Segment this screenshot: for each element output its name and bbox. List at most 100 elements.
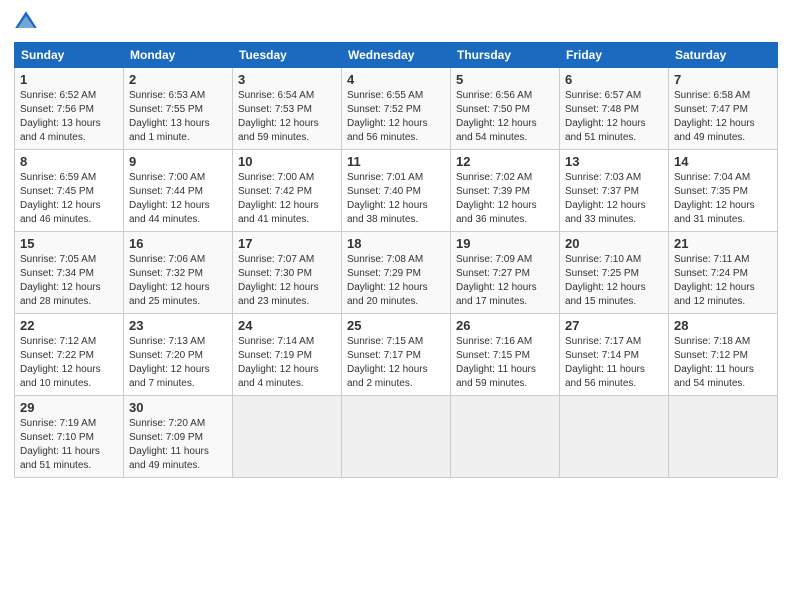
day-number: 22: [20, 318, 118, 333]
day-info-line: Daylight: 11 hours: [565, 363, 663, 377]
header-day-thursday: Thursday: [451, 43, 560, 68]
day-cell: 6Sunrise: 6:57 AMSunset: 7:48 PMDaylight…: [560, 68, 669, 150]
day-info-line: Daylight: 12 hours: [129, 363, 227, 377]
day-number: 30: [129, 400, 227, 415]
day-info: Sunrise: 7:18 AMSunset: 7:12 PMDaylight:…: [674, 335, 772, 391]
day-info-line: and 33 minutes.: [565, 213, 663, 227]
day-cell: 27Sunrise: 7:17 AMSunset: 7:14 PMDayligh…: [560, 314, 669, 396]
day-info-line: Sunset: 7:20 PM: [129, 349, 227, 363]
day-info-line: Sunset: 7:12 PM: [674, 349, 772, 363]
day-info: Sunrise: 7:15 AMSunset: 7:17 PMDaylight:…: [347, 335, 445, 391]
day-info: Sunrise: 7:02 AMSunset: 7:39 PMDaylight:…: [456, 171, 554, 227]
day-info-line: and 15 minutes.: [565, 295, 663, 309]
day-info: Sunrise: 7:04 AMSunset: 7:35 PMDaylight:…: [674, 171, 772, 227]
day-info: Sunrise: 7:09 AMSunset: 7:27 PMDaylight:…: [456, 253, 554, 309]
day-info: Sunrise: 7:06 AMSunset: 7:32 PMDaylight:…: [129, 253, 227, 309]
day-info: Sunrise: 7:19 AMSunset: 7:10 PMDaylight:…: [20, 417, 118, 473]
day-info-line: Daylight: 12 hours: [238, 363, 336, 377]
day-info-line: and 4 minutes.: [238, 377, 336, 391]
day-info-line: Sunrise: 7:14 AM: [238, 335, 336, 349]
day-info: Sunrise: 7:10 AMSunset: 7:25 PMDaylight:…: [565, 253, 663, 309]
day-info: Sunrise: 7:03 AMSunset: 7:37 PMDaylight:…: [565, 171, 663, 227]
day-info-line: Daylight: 13 hours: [20, 117, 118, 131]
header-day-tuesday: Tuesday: [233, 43, 342, 68]
day-cell: 23Sunrise: 7:13 AMSunset: 7:20 PMDayligh…: [124, 314, 233, 396]
day-number: 27: [565, 318, 663, 333]
day-cell: 16Sunrise: 7:06 AMSunset: 7:32 PMDayligh…: [124, 232, 233, 314]
day-info-line: Daylight: 12 hours: [565, 199, 663, 213]
day-info-line: Sunset: 7:19 PM: [238, 349, 336, 363]
day-info-line: and 10 minutes.: [20, 377, 118, 391]
day-info-line: Sunrise: 6:56 AM: [456, 89, 554, 103]
day-info-line: Daylight: 12 hours: [347, 199, 445, 213]
calendar-page: SundayMondayTuesdayWednesdayThursdayFrid…: [0, 0, 792, 612]
day-info: Sunrise: 6:58 AMSunset: 7:47 PMDaylight:…: [674, 89, 772, 145]
day-info-line: Sunrise: 7:06 AM: [129, 253, 227, 267]
week-row-5: 29 Sunrise: 7:19 AMSunset: 7:10 PMDayligh…: [15, 396, 778, 478]
day-info-line: Daylight: 13 hours: [129, 117, 227, 131]
day-info-line: and 38 minutes.: [347, 213, 445, 227]
day-info-line: Sunrise: 7:11 AM: [674, 253, 772, 267]
day-info: Sunrise: 7:05 AMSunset: 7:34 PMDaylight:…: [20, 253, 118, 309]
day-number: 17: [238, 236, 336, 251]
day-info-line: Sunrise: 7:00 AM: [238, 171, 336, 185]
day-info-line: Sunset: 7:25 PM: [565, 267, 663, 281]
day-cell: 15 Sunrise: 7:05 AMSunset: 7:34 PMDayligh…: [15, 232, 124, 314]
week-row-3: 15 Sunrise: 7:05 AMSunset: 7:34 PMDayligh…: [15, 232, 778, 314]
day-info-line: Sunset: 7:55 PM: [129, 103, 227, 117]
day-number: 29: [20, 400, 118, 415]
day-info-line: and 17 minutes.: [456, 295, 554, 309]
day-cell: 20Sunrise: 7:10 AMSunset: 7:25 PMDayligh…: [560, 232, 669, 314]
header-day-monday: Monday: [124, 43, 233, 68]
day-cell: 8Sunrise: 6:59 AMSunset: 7:45 PMDaylight…: [15, 150, 124, 232]
day-info-line: Sunrise: 6:53 AM: [129, 89, 227, 103]
week-row-2: 8Sunrise: 6:59 AMSunset: 7:45 PMDaylight…: [15, 150, 778, 232]
day-info: Sunrise: 6:54 AMSunset: 7:53 PMDaylight:…: [238, 89, 336, 145]
day-info-line: Daylight: 12 hours: [20, 199, 118, 213]
day-info-line: and 51 minutes.: [20, 459, 118, 473]
day-cell: 26Sunrise: 7:16 AMSunset: 7:15 PMDayligh…: [451, 314, 560, 396]
day-cell: 4Sunrise: 6:55 AMSunset: 7:52 PMDaylight…: [342, 68, 451, 150]
day-info-line: Daylight: 12 hours: [347, 117, 445, 131]
day-info: Sunrise: 7:11 AMSunset: 7:24 PMDaylight:…: [674, 253, 772, 309]
day-number: 21: [674, 236, 772, 251]
day-number: 7: [674, 72, 772, 87]
day-info-line: Sunset: 7:22 PM: [20, 349, 118, 363]
day-info-line: Sunrise: 7:07 AM: [238, 253, 336, 267]
calendar-table: SundayMondayTuesdayWednesdayThursdayFrid…: [14, 42, 778, 478]
day-info: Sunrise: 7:08 AMSunset: 7:29 PMDaylight:…: [347, 253, 445, 309]
day-cell: [560, 396, 669, 478]
day-number: 25: [347, 318, 445, 333]
day-info-line: Sunset: 7:40 PM: [347, 185, 445, 199]
day-number: 24: [238, 318, 336, 333]
day-number: 15: [20, 236, 118, 251]
day-number: 6: [565, 72, 663, 87]
day-info-line: Sunset: 7:29 PM: [347, 267, 445, 281]
day-info-line: and 20 minutes.: [347, 295, 445, 309]
day-info-line: Sunrise: 7:09 AM: [456, 253, 554, 267]
day-info-line: and 25 minutes.: [129, 295, 227, 309]
day-info-line: Sunrise: 7:03 AM: [565, 171, 663, 185]
day-cell: 14Sunrise: 7:04 AMSunset: 7:35 PMDayligh…: [669, 150, 778, 232]
day-info-line: Sunrise: 7:18 AM: [674, 335, 772, 349]
day-info-line: Daylight: 12 hours: [565, 117, 663, 131]
day-info: Sunrise: 7:01 AMSunset: 7:40 PMDaylight:…: [347, 171, 445, 227]
day-info-line: Daylight: 12 hours: [129, 199, 227, 213]
day-info-line: Daylight: 12 hours: [20, 281, 118, 295]
day-cell: 28Sunrise: 7:18 AMSunset: 7:12 PMDayligh…: [669, 314, 778, 396]
header: [14, 10, 778, 34]
day-cell: 11Sunrise: 7:01 AMSunset: 7:40 PMDayligh…: [342, 150, 451, 232]
day-info-line: Sunset: 7:30 PM: [238, 267, 336, 281]
day-info-line: Sunset: 7:37 PM: [565, 185, 663, 199]
day-info-line: Sunset: 7:42 PM: [238, 185, 336, 199]
day-cell: 25 Sunrise: 7:15 AMSunset: 7:17 PMDayligh…: [342, 314, 451, 396]
day-info: Sunrise: 7:20 AMSunset: 7:09 PMDaylight:…: [129, 417, 227, 473]
day-info-line: Sunrise: 7:02 AM: [456, 171, 554, 185]
day-cell: 13Sunrise: 7:03 AMSunset: 7:37 PMDayligh…: [560, 150, 669, 232]
day-info-line: Sunrise: 6:59 AM: [20, 171, 118, 185]
day-number: 4: [347, 72, 445, 87]
day-info-line: and 54 minutes.: [674, 377, 772, 391]
day-info: Sunrise: 7:12 AMSunset: 7:22 PMDaylight:…: [20, 335, 118, 391]
day-info-line: Daylight: 12 hours: [238, 117, 336, 131]
day-info-line: Daylight: 12 hours: [347, 281, 445, 295]
